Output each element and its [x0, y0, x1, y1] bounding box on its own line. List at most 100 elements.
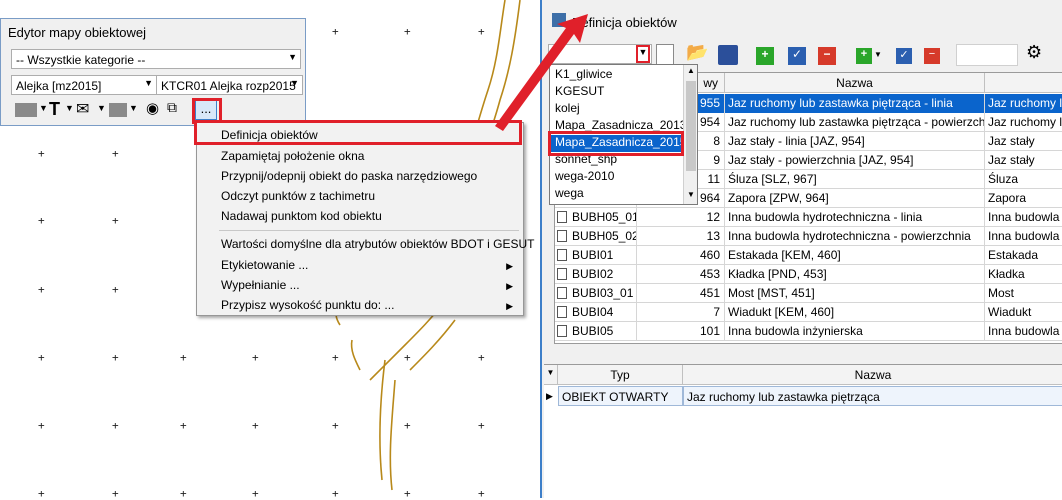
table-cell-num: 101: [637, 322, 725, 341]
table-row[interactable]: BUBI02 453 Kładka [PND, 453] Kładka: [555, 265, 1062, 284]
menu-item-fill[interactable]: Wypełnianie ...: [221, 278, 300, 292]
dropdown-item[interactable]: kolej: [555, 101, 580, 115]
menu-item-pin-object[interactable]: Przypnij/odepnij obiekt do paska narzędz…: [221, 169, 477, 183]
grid-cross-icon: +: [252, 351, 259, 364]
chevron-down-icon[interactable]: ▼: [65, 103, 74, 123]
dropdown-scrollbar[interactable]: ▲ ▼: [683, 65, 697, 204]
row-checkbox[interactable]: [557, 287, 567, 299]
grid-cross-icon: +: [38, 283, 45, 296]
search-input[interactable]: [956, 44, 1018, 66]
grid-cross-icon: +: [404, 487, 411, 500]
highlight-definitions-item: [194, 120, 522, 145]
table-cell-name: Jaz stały - powierzchnia [JAZ, 954]: [725, 151, 985, 170]
table-row[interactable]: BUBI04 7 Wiadukt [KEM, 460] Wiadukt: [555, 303, 1062, 322]
table-cell-code: BUBI05: [569, 322, 637, 341]
new-file-icon[interactable]: [656, 44, 674, 66]
text-tool-icon[interactable]: T: [49, 99, 60, 119]
row-checkbox[interactable]: [557, 211, 567, 223]
scroll-thumb[interactable]: [686, 81, 696, 171]
grid-cross-icon: +: [112, 419, 119, 432]
table-cell-num: 7: [637, 303, 725, 322]
check-icon[interactable]: ✓: [896, 48, 912, 64]
table-row[interactable]: BUBI03_01 451 Most [MST, 451] Most: [555, 284, 1062, 303]
submenu-arrow-icon: ▶: [506, 261, 513, 271]
dropdown-item[interactable]: Mapa_Zasadnicza_2013: [555, 118, 686, 132]
table-cell-code: BUBH05_01: [569, 208, 637, 227]
add-icon[interactable]: +: [756, 47, 774, 65]
table-row[interactable]: BUBI01 460 Estakada [KEM, 460] Estakada: [555, 246, 1062, 265]
grid-cross-icon: +: [112, 214, 119, 227]
color-button[interactable]: [109, 103, 127, 117]
grid-cross-icon: +: [180, 351, 187, 364]
object-map-editor-window: Edytor mapy obiektowej -- Wszystkie kate…: [0, 18, 306, 126]
scroll-up-icon[interactable]: ▲: [687, 66, 695, 75]
table-row[interactable]: BUBH05_02 13 Inna budowla hydrotechniczna …: [555, 227, 1062, 246]
row-pointer-icon: ▶: [546, 391, 553, 401]
dropdown-item[interactable]: K1_gliwice: [555, 67, 612, 81]
table-cell-name: Most [MST, 451]: [725, 284, 985, 303]
dropdown-item[interactable]: wega: [555, 186, 584, 200]
line-tool-icon[interactable]: ✉: [76, 99, 89, 119]
chevron-down-icon[interactable]: ▼: [39, 103, 48, 123]
chevron-down-icon[interactable]: ▼: [129, 103, 138, 123]
fill-color-button[interactable]: [15, 103, 37, 117]
grid-cross-icon: +: [112, 351, 119, 364]
open-folder-icon[interactable]: 📂: [686, 42, 708, 66]
table-cell-type: Wiadukt: [985, 303, 1062, 322]
table-cell-num: 13: [637, 227, 725, 246]
menu-item-tachymeter[interactable]: Odczyt punktów z tachimetru: [221, 189, 375, 203]
remove-icon[interactable]: −: [818, 47, 836, 65]
menu-item-default-values[interactable]: Wartości domyślne dla atrybutów obiektów…: [221, 237, 534, 251]
grid-cross-icon: +: [332, 419, 339, 432]
remove-icon[interactable]: −: [924, 48, 940, 64]
category-combo[interactable]: -- Wszystkie kategorie -- ▼: [11, 49, 301, 69]
dropdown-item[interactable]: KGESUT: [555, 84, 604, 98]
add-icon[interactable]: +: [856, 48, 872, 64]
grid-cross-icon: +: [478, 25, 485, 38]
object-combo[interactable]: KTCR01 Alejka rozp2015 ▼: [157, 75, 303, 95]
point-icon[interactable]: ◉: [146, 99, 159, 119]
layer-combo[interactable]: Alejka [mz2015] ▼: [11, 75, 157, 95]
chevron-down-icon[interactable]: ▼: [97, 103, 106, 123]
menu-separator: [219, 230, 519, 231]
column-header-name: Nazwa: [725, 73, 985, 93]
layers-icon[interactable]: ⧉: [167, 99, 177, 119]
dropdown-item[interactable]: wega-2010: [555, 169, 614, 183]
row-checkbox[interactable]: [557, 249, 567, 261]
menu-item-point-height[interactable]: Przypisz wysokość punktu do: ...: [221, 298, 394, 312]
table-cell-type: Inna budowla hy: [985, 227, 1062, 246]
table-row[interactable]: BUBH05_01 12 Inna budowla hydrotechniczna …: [555, 208, 1062, 227]
table-cell-type: Śluza: [985, 170, 1062, 189]
tools-icon[interactable]: ⚙: [1026, 42, 1042, 66]
table-cell-name: Estakada [KEM, 460]: [725, 246, 985, 265]
menu-item-labeling[interactable]: Etykietowanie ...: [221, 258, 308, 272]
menu-item-assign-code[interactable]: Nadawaj punktom kod obiektu: [221, 209, 382, 223]
table-cell-type: Jaz stały: [985, 151, 1062, 170]
table-cell-name: Jaz ruchomy lub zastawka piętrząca - pow…: [725, 113, 985, 132]
table-cell-type: Jaz ruchomy lub: [985, 94, 1062, 113]
chevron-down-icon[interactable]: ▼: [874, 50, 882, 74]
check-icon[interactable]: ✓: [788, 47, 806, 65]
schema-combo[interactable]: ▼: [548, 44, 652, 64]
row-checkbox[interactable]: [557, 230, 567, 242]
row-checkbox[interactable]: [557, 268, 567, 280]
attribute-name-cell[interactable]: Jaz ruchomy lub zastawka piętrząca: [683, 386, 1062, 406]
chevron-down-icon[interactable]: ▼: [544, 365, 558, 385]
table-cell-num: 451: [637, 284, 725, 303]
row-checkbox[interactable]: [557, 325, 567, 337]
grid-cross-icon: +: [404, 25, 411, 38]
column-header-type: Typ: [558, 365, 683, 385]
scroll-down-icon[interactable]: ▼: [687, 190, 695, 199]
table-row[interactable]: BUBI05 101 Inna budowla inżynierska Inna bu…: [555, 322, 1062, 341]
attribute-type-cell[interactable]: OBIEKT OTWARTY: [558, 386, 683, 406]
menu-item-remember-window[interactable]: Zapamiętaj położenie okna: [221, 149, 364, 163]
table-cell-code: BUBI03_01: [569, 284, 637, 303]
table-cell-name: Jaz ruchomy lub zastawka piętrząca - lin…: [725, 94, 985, 113]
save-icon[interactable]: [718, 45, 738, 65]
table-cell-type: Inna budowla in: [985, 322, 1062, 341]
submenu-arrow-icon: ▶: [506, 301, 513, 311]
table-cell-name: Inna budowla inżynierska: [725, 322, 985, 341]
row-checkbox[interactable]: [557, 306, 567, 318]
attributes-table: ▼ Typ Nazwa ▶ OBIEKT OTWARTY Jaz ruchomy…: [544, 364, 1062, 498]
table-cell-code: BUBI01: [569, 246, 637, 265]
